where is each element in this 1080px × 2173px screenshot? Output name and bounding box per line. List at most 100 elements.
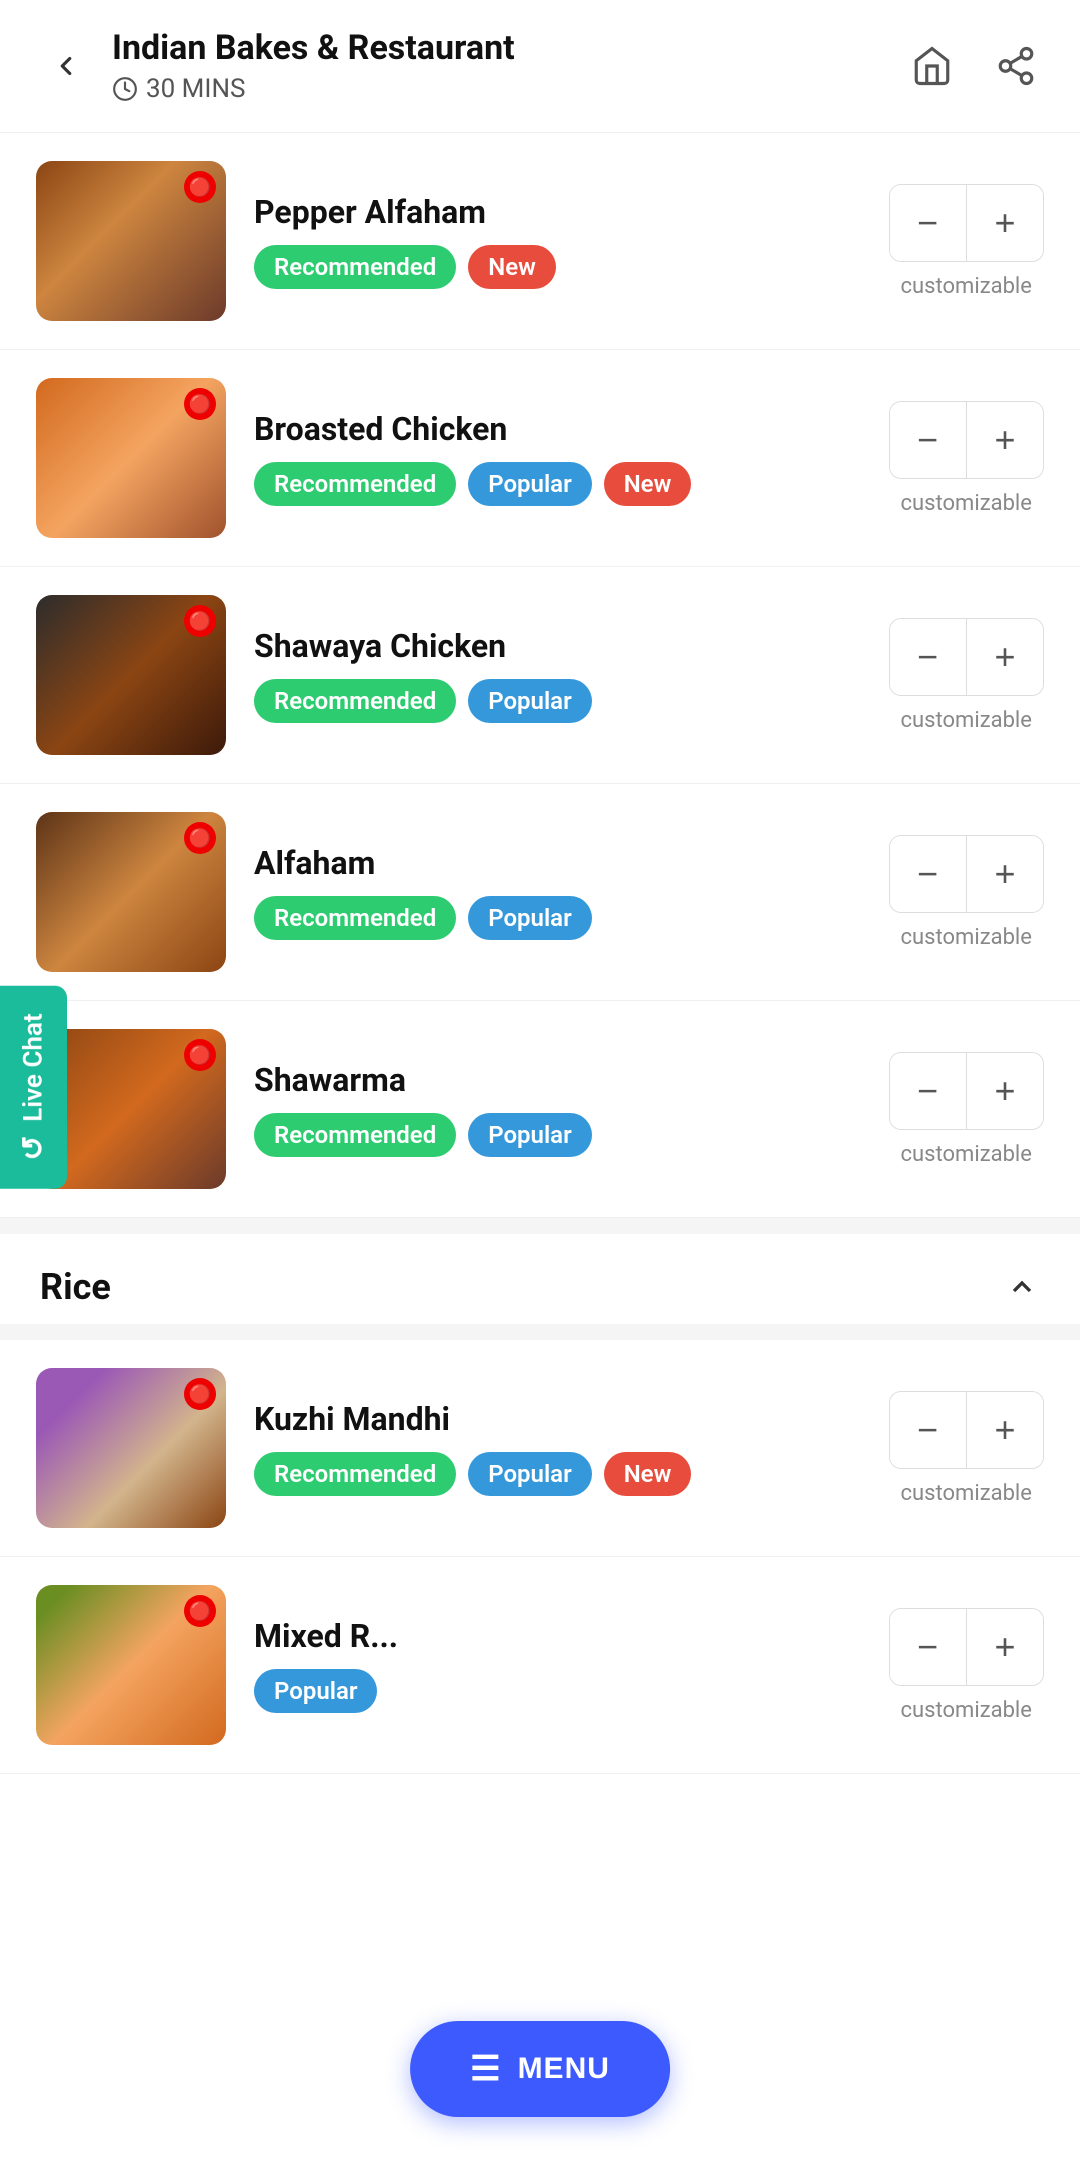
item-name: Shawarma xyxy=(254,1061,861,1099)
menu-item-shawarma: 🔴 Shawarma Recommended Popular − + custo… xyxy=(0,1001,1080,1218)
customizable-label: customizable xyxy=(901,925,1032,950)
badge-recommended: Recommended xyxy=(254,1452,456,1496)
decrease-button[interactable]: − xyxy=(890,402,966,478)
decrease-button[interactable]: − xyxy=(890,1609,966,1685)
increase-button[interactable]: + xyxy=(967,836,1043,912)
quantity-control: − + xyxy=(889,618,1045,696)
section-divider xyxy=(0,1324,1080,1340)
item-image-wrap: 🔴 xyxy=(36,812,226,972)
item-badges: Recommended Popular New xyxy=(254,1452,861,1496)
item-info: Shawarma Recommended Popular xyxy=(254,1061,861,1157)
share-icon xyxy=(995,45,1037,87)
customizable-label: customizable xyxy=(901,1481,1032,1506)
badge-popular: Popular xyxy=(468,679,591,723)
item-controls: − + customizable xyxy=(889,835,1045,950)
item-controls: − + customizable xyxy=(889,184,1045,299)
delivery-time: 30 MINS xyxy=(112,74,904,104)
item-info: Alfaham Recommended Popular xyxy=(254,844,861,940)
rice-section-title: Rice xyxy=(40,1266,111,1308)
menu-float-button[interactable]: ☰ MENU xyxy=(410,2021,670,2117)
badge-recommended: Recommended xyxy=(254,1113,456,1157)
badge-recommended: Recommended xyxy=(254,462,456,506)
badge-new: New xyxy=(604,462,692,506)
item-image-wrap: 🔴 xyxy=(36,1368,226,1528)
item-name: Shawaya Chicken xyxy=(254,627,861,665)
clock-icon xyxy=(112,76,138,102)
increase-button[interactable]: + xyxy=(967,185,1043,261)
live-chat-label: Live Chat xyxy=(19,1013,49,1121)
customizable-label: customizable xyxy=(901,274,1032,299)
item-name: Mixed R... xyxy=(254,1617,861,1655)
badge-popular: Popular xyxy=(468,1452,591,1496)
increase-button[interactable]: + xyxy=(967,402,1043,478)
decrease-button[interactable]: − xyxy=(890,836,966,912)
quantity-control: − + xyxy=(889,184,1045,262)
quantity-control: − + xyxy=(889,401,1045,479)
home-button[interactable] xyxy=(904,38,960,94)
badge-popular: Popular xyxy=(468,896,591,940)
badge-popular: Popular xyxy=(468,1113,591,1157)
item-image-wrap: 🔴 xyxy=(36,595,226,755)
header: Indian Bakes & Restaurant 30 MINS xyxy=(0,0,1080,133)
menu-item-alfaham: 🔴 Alfaham Recommended Popular − + custom… xyxy=(0,784,1080,1001)
increase-button[interactable]: + xyxy=(967,1053,1043,1129)
increase-button[interactable]: + xyxy=(967,1392,1043,1468)
item-image-wrap: 🔴 xyxy=(36,161,226,321)
header-actions xyxy=(904,38,1044,94)
item-name: Kuzhi Mandhi xyxy=(254,1400,861,1438)
item-name: Alfaham xyxy=(254,844,861,882)
restaurant-title: Indian Bakes & Restaurant xyxy=(112,28,904,68)
item-controls: − + customizable xyxy=(889,1608,1045,1723)
share-button[interactable] xyxy=(988,38,1044,94)
menu-item-shawaya-chicken: 🔴 Shawaya Chicken Recommended Popular − … xyxy=(0,567,1080,784)
item-flag: 🔴 xyxy=(184,1039,216,1071)
menu-item-mixed-rice: 🔴 Mixed R... Popular − + customizable xyxy=(0,1557,1080,1774)
item-badges: Recommended Popular New xyxy=(254,462,861,506)
item-badges: Recommended Popular xyxy=(254,679,861,723)
customizable-label: customizable xyxy=(901,1142,1032,1167)
item-info: Mixed R... Popular xyxy=(254,1617,861,1713)
decrease-button[interactable]: − xyxy=(890,1053,966,1129)
badge-new: New xyxy=(468,245,556,289)
customizable-label: customizable xyxy=(901,491,1032,516)
badge-popular: Popular xyxy=(254,1669,377,1713)
rice-section-header[interactable]: Rice xyxy=(0,1234,1080,1324)
item-info: Broasted Chicken Recommended Popular New xyxy=(254,410,861,506)
decrease-button[interactable]: − xyxy=(890,1392,966,1468)
item-badges: Recommended Popular xyxy=(254,1113,861,1157)
header-info: Indian Bakes & Restaurant 30 MINS xyxy=(96,28,904,104)
menu-float-label: MENU xyxy=(518,2052,610,2086)
back-button[interactable] xyxy=(36,36,96,96)
item-flag: 🔴 xyxy=(184,1378,216,1410)
decrease-button[interactable]: − xyxy=(890,185,966,261)
menu-item-pepper-alfaham: 🔴 Pepper Alfaham Recommended New − + cus… xyxy=(0,133,1080,350)
section-divider xyxy=(0,1218,1080,1234)
item-flag: 🔴 xyxy=(184,388,216,420)
item-badges: Recommended Popular xyxy=(254,896,861,940)
quantity-control: − + xyxy=(889,1052,1045,1130)
increase-button[interactable]: + xyxy=(967,619,1043,695)
live-chat-icon: ↺ xyxy=(16,1135,51,1160)
quantity-control: − + xyxy=(889,1391,1045,1469)
item-name: Pepper Alfaham xyxy=(254,193,861,231)
decrease-button[interactable]: − xyxy=(890,619,966,695)
home-icon xyxy=(911,45,953,87)
item-flag: 🔴 xyxy=(184,1595,216,1627)
badge-recommended: Recommended xyxy=(254,245,456,289)
item-controls: − + customizable xyxy=(889,1391,1045,1506)
live-chat-button[interactable]: ↺ Live Chat xyxy=(0,985,67,1188)
chevron-up-icon xyxy=(1006,1271,1038,1303)
quantity-control: − + xyxy=(889,835,1045,913)
menu-float-icon: ☰ xyxy=(470,2049,501,2089)
item-flag: 🔴 xyxy=(184,605,216,637)
increase-button[interactable]: + xyxy=(967,1609,1043,1685)
rice-collapse-button[interactable] xyxy=(1004,1269,1040,1305)
quantity-control: − + xyxy=(889,1608,1045,1686)
customizable-label: customizable xyxy=(901,708,1032,733)
item-flag: 🔴 xyxy=(184,822,216,854)
badge-recommended: Recommended xyxy=(254,679,456,723)
item-info: Shawaya Chicken Recommended Popular xyxy=(254,627,861,723)
item-image-wrap: 🔴 xyxy=(36,378,226,538)
item-controls: − + customizable xyxy=(889,401,1045,516)
badge-popular: Popular xyxy=(468,462,591,506)
